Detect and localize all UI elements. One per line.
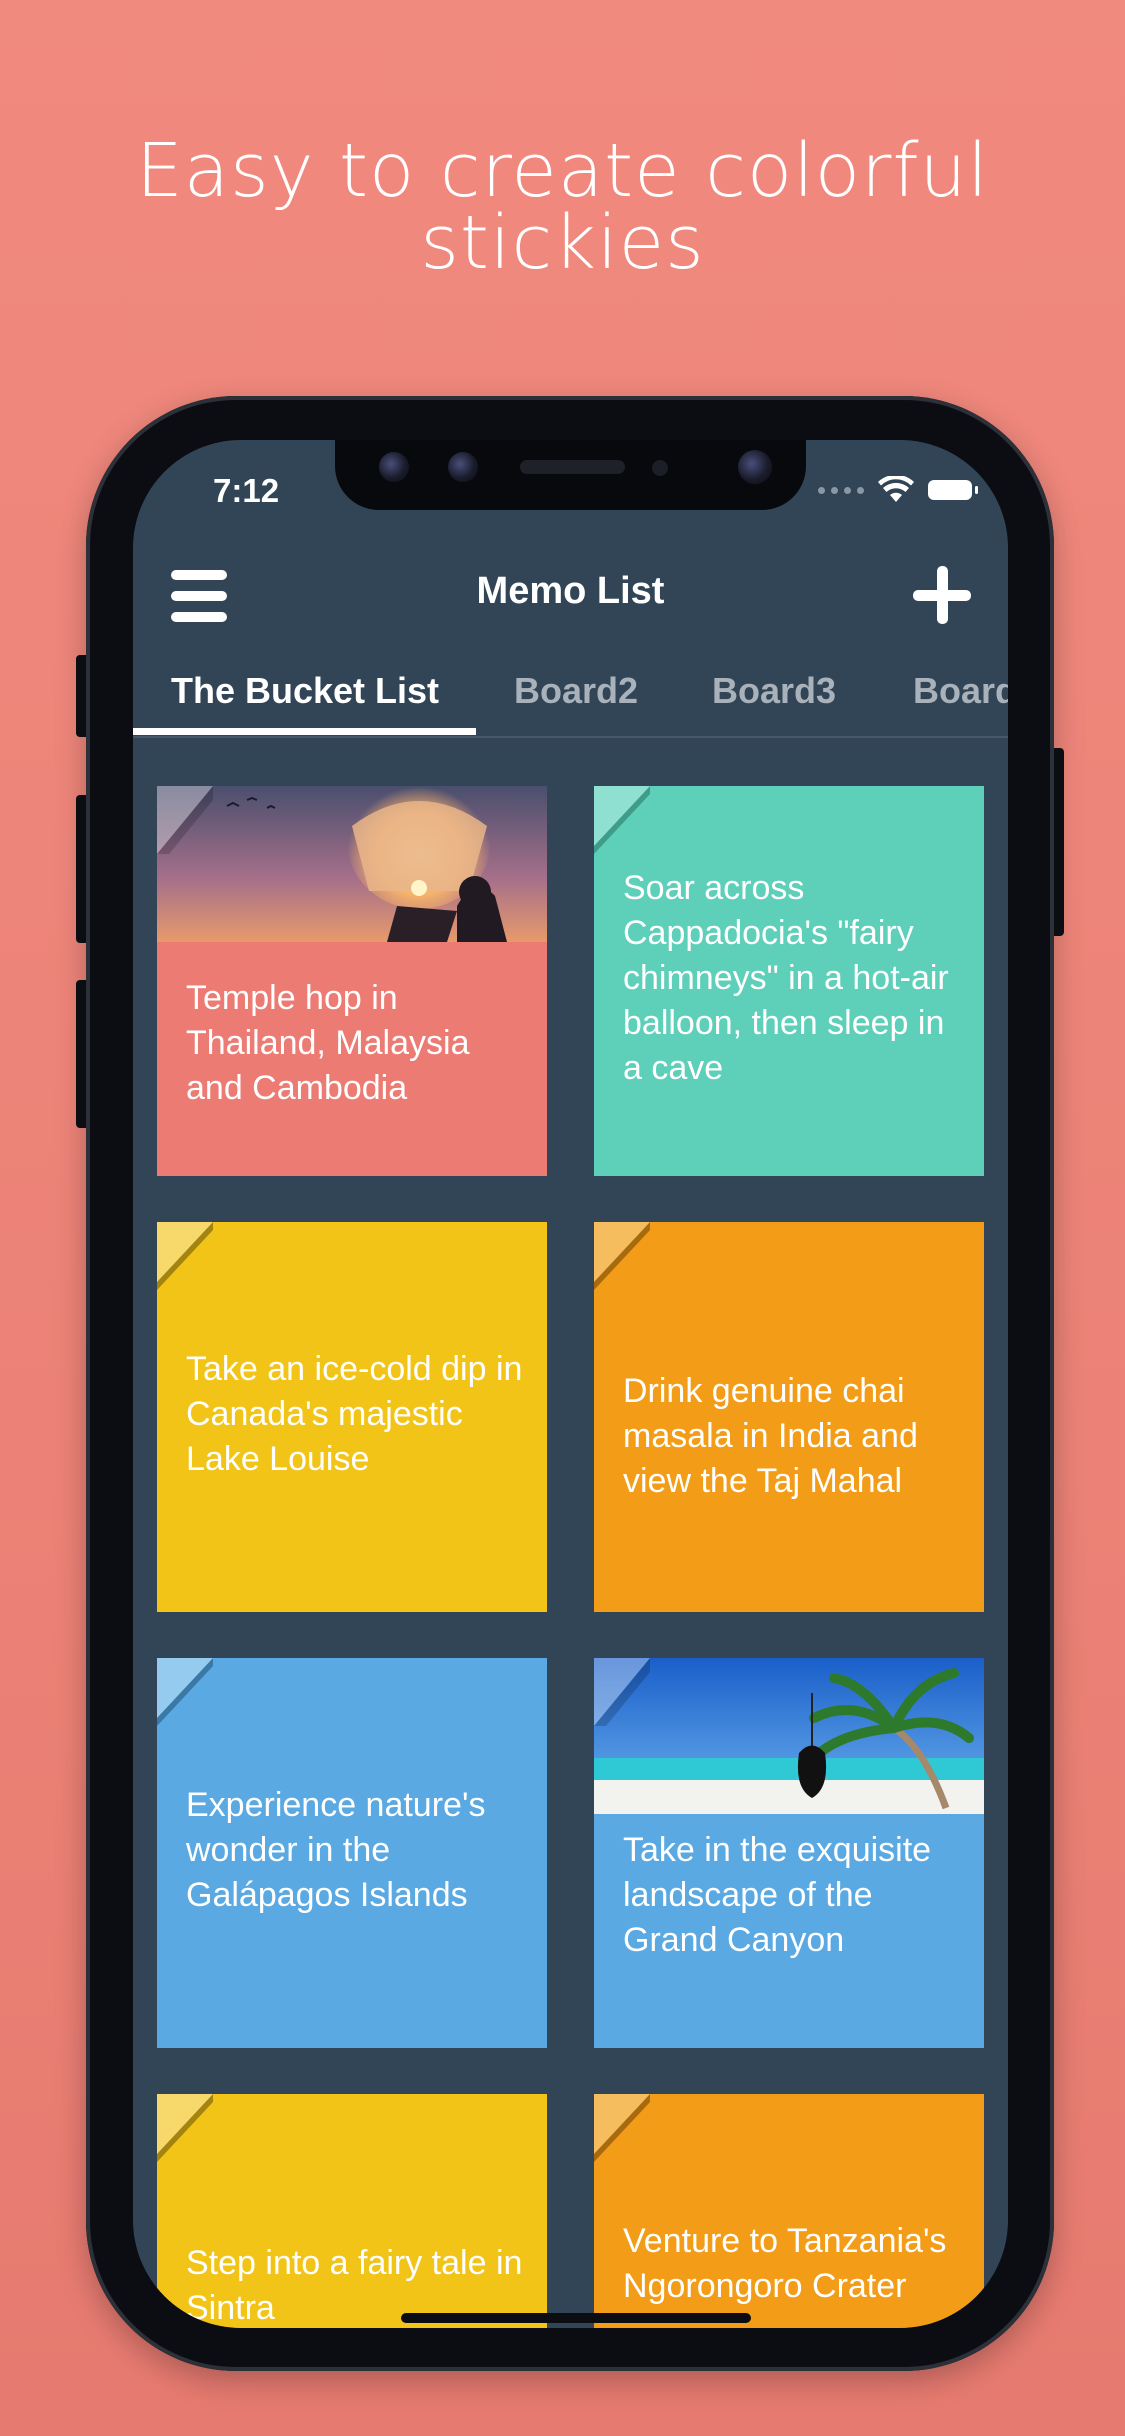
headline: Easy to create colorful stickies [0,128,1125,286]
note-text: Take in the exquisite landscape of the G… [623,1831,932,1959]
headline-line-2: stickies [420,200,705,286]
signal-dots-icon [818,486,864,494]
note-text: Temple hop in Thailand, Malaysia and Cam… [186,979,470,1107]
page-fold-icon [594,1222,650,1290]
page-fold-icon [157,786,213,854]
page-fold-icon [594,1658,650,1726]
lantern-photo [157,786,547,942]
face-id-lens-icon [379,452,409,482]
proximity-sensor [652,460,668,476]
home-indicator[interactable] [401,2313,751,2323]
sticky-note[interactable]: Drink genuine chai masala in India and v… [594,1222,984,1612]
wifi-icon [878,476,914,502]
note-text: Drink genuine chai masala in India and v… [623,1372,918,1500]
tab-board4[interactable]: Board [913,670,1008,712]
tab-board3[interactable]: Board3 [712,670,836,712]
page-fold-icon [157,2094,213,2162]
sticky-note[interactable]: Soar across Cappadocia's "fairy chimneys… [594,786,984,1176]
notch [335,440,806,510]
sticky-note[interactable]: Venture to Tanzania's Ngorongoro Crater [594,2094,984,2328]
front-camera-icon [738,450,772,484]
app-bar: Memo List [133,540,1008,640]
note-text: Soar across Cappadocia's "fairy chimneys… [623,869,949,1087]
board-tabs: The Bucket List Board2 Board3 Board [133,640,1008,738]
note-text: Venture to Tanzania's Ngorongoro Crater [623,2222,947,2305]
sticky-note[interactable]: Experience nature's wonder in the Galápa… [157,1658,547,2048]
page-fold-icon [157,1658,213,1726]
speaker-grille [520,460,625,474]
page-title: Memo List [476,570,665,612]
active-tab-indicator [133,728,476,735]
tab-the-bucket-list[interactable]: The Bucket List [171,670,439,712]
headline-line-1: Easy to create colorful [136,128,989,214]
note-text: Take an ice-cold dip in Canada's majesti… [186,1350,523,1478]
status-time: 7:12 [213,472,280,509]
page-fold-icon [594,786,650,854]
tab-board2[interactable]: Board2 [514,670,638,712]
sticky-note[interactable]: Step into a fairy tale in Sintra [157,2094,547,2328]
sticky-note[interactable]: Temple hop in Thailand, Malaysia and Cam… [157,786,547,1176]
page-fold-icon [157,1222,213,1290]
sticky-note[interactable]: Take in the exquisite landscape of the G… [594,1658,984,2048]
page-fold-icon [594,2094,650,2162]
sticky-note[interactable]: Take an ice-cold dip in Canada's majesti… [157,1222,547,1612]
plus-icon[interactable] [913,566,971,624]
status-icons [818,476,978,504]
ir-camera-icon [448,452,478,482]
battery-icon [928,480,978,500]
note-text: Experience nature's wonder in the Galápa… [186,1786,486,1914]
phone-screen: 7:12 Memo List The Bucket List Board2 Bo… [133,440,1008,2328]
beach-photo [594,1658,984,1814]
